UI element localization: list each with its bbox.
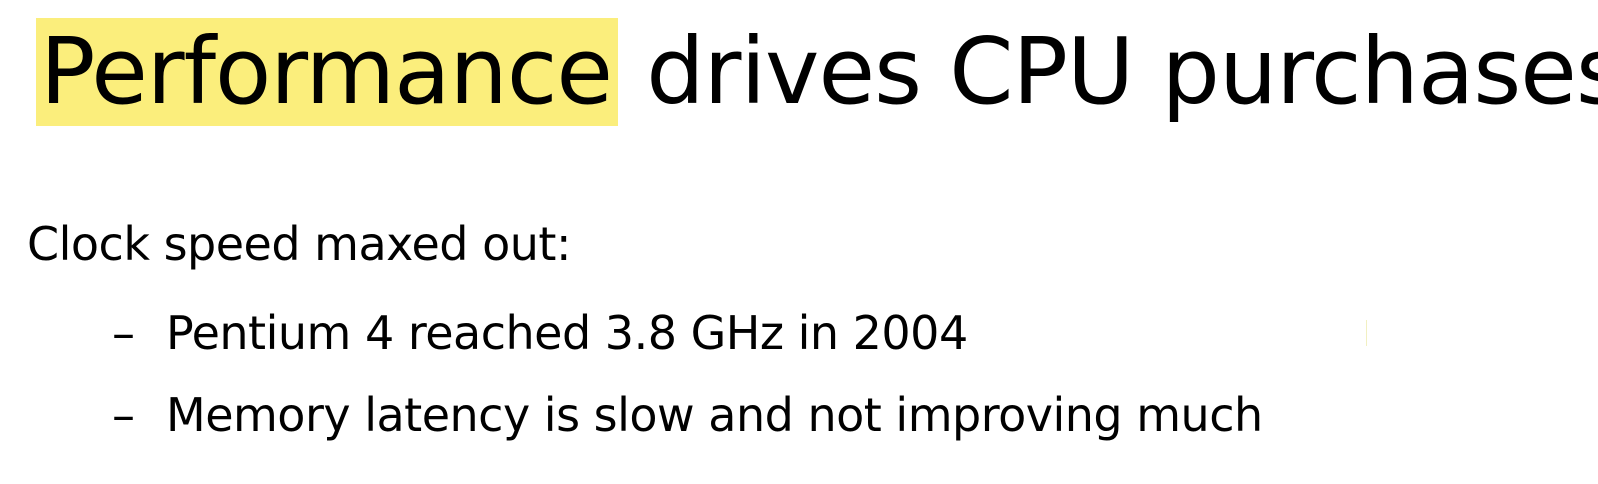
slide-title: Performance drives CPU purchases — [36, 18, 1598, 126]
bullet-list: – Pentium 4 reached 3.8 GHz in 2004 – Me… — [112, 292, 1263, 456]
bullet-text: Memory latency is slow and not improving… — [166, 388, 1263, 442]
title-rest: drives CPU purchases — [618, 18, 1598, 125]
slide: Performance drives CPU purchases Clock s… — [0, 0, 1598, 484]
body-heading: Clock speed maxed out: — [27, 217, 571, 271]
bullet-marker: – — [112, 306, 135, 360]
bullet-item: – Pentium 4 reached 3.8 GHz in 2004 — [112, 292, 1263, 374]
title-highlighted-word: Performance — [36, 18, 618, 126]
bullet-marker: – — [112, 388, 135, 442]
faint-divider-mark — [1366, 320, 1367, 346]
bullet-text: Pentium 4 reached 3.8 GHz in 2004 — [166, 306, 968, 360]
bullet-item: – Memory latency is slow and not improvi… — [112, 374, 1263, 456]
